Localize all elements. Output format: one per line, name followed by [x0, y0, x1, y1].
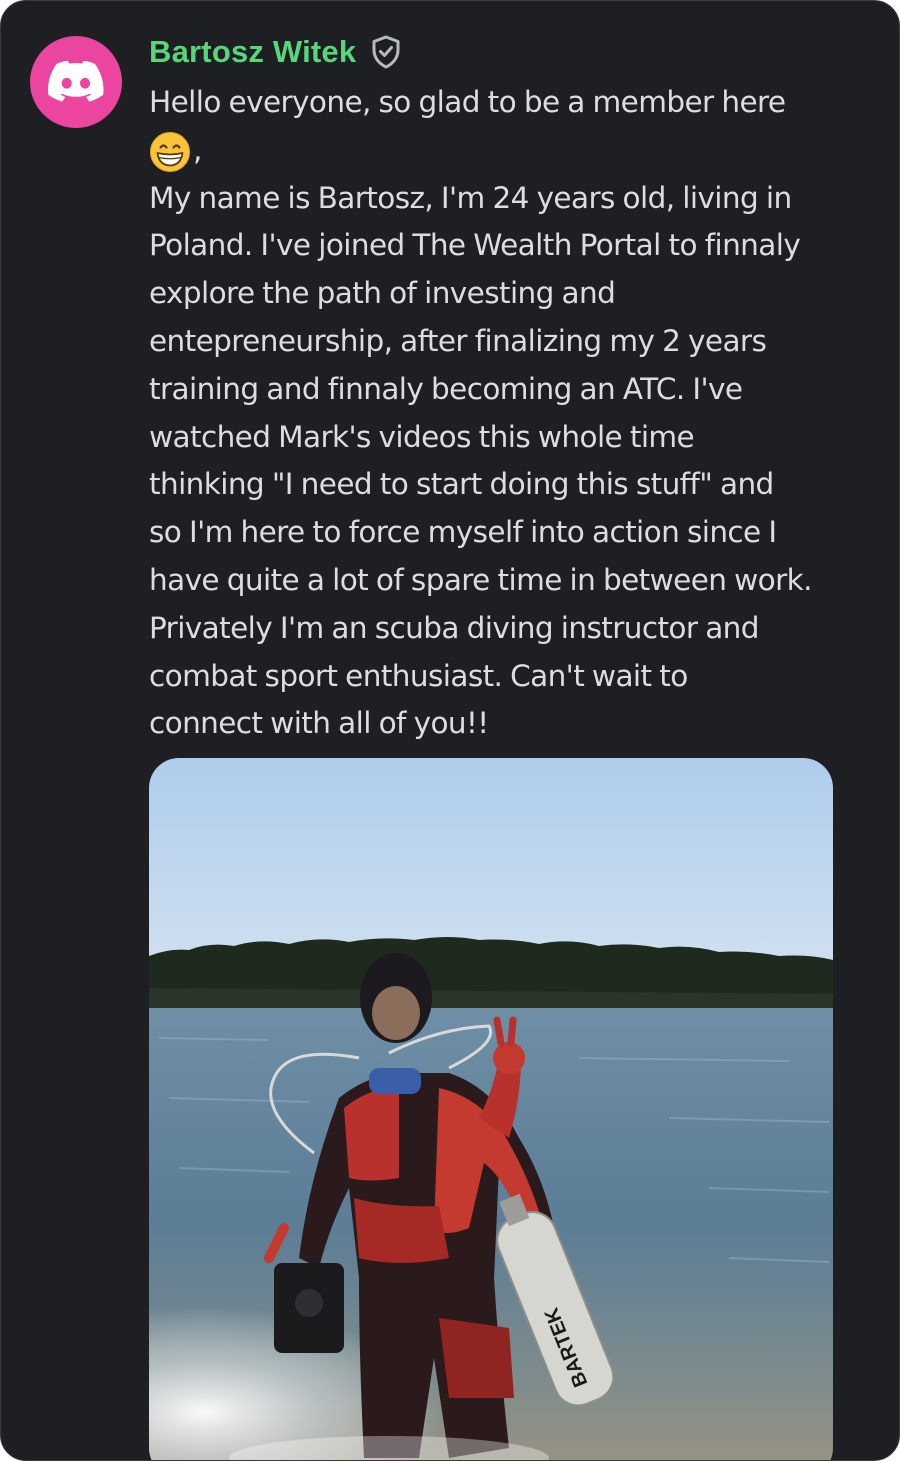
- message-line: Hello everyone, so glad to be a member h…: [149, 85, 786, 119]
- message-line: My name is Bartosz, I'm 24 years old, li…: [149, 180, 792, 215]
- message-line: entepreneurship, after finalizing my 2 y…: [149, 323, 767, 358]
- message-line: have quite a lot of spare time in betwee…: [149, 562, 813, 597]
- message-body: Hello everyone, so glad to be a member h…: [149, 79, 879, 748]
- user-avatar[interactable]: [30, 36, 122, 128]
- message-line: thinking "I need to start doing this stu…: [149, 467, 774, 502]
- image-attachment[interactable]: BARTEK: [149, 758, 833, 1460]
- message-line: combat sport enthusiast. Can't wait to: [149, 658, 688, 693]
- message-card: Bartosz Witek Hello everyone, so glad to…: [0, 0, 900, 1461]
- message-header: Bartosz Witek: [149, 29, 402, 75]
- message-line: connect with all of you!!: [149, 706, 489, 741]
- message-line: so I'm here to force myself into action …: [149, 515, 777, 550]
- verified-shield-icon: [370, 35, 402, 69]
- emoji-line: ,: [149, 127, 879, 175]
- grinning-face-emoji: [150, 131, 190, 172]
- emoji-suffix: ,: [193, 132, 202, 167]
- message-line: training and finnaly becoming an ATC. I'…: [149, 371, 743, 406]
- message-line: Poland. I've joined The Wealth Portal to…: [149, 228, 801, 263]
- message-line: explore the path of investing and: [149, 276, 616, 311]
- message-line: watched Mark's videos this whole time: [149, 419, 695, 454]
- message-line: Privately I'm an scuba diving instructor…: [149, 610, 759, 645]
- discord-logo-icon: [48, 61, 104, 102]
- diver-photo: BARTEK: [149, 758, 833, 1460]
- username[interactable]: Bartosz Witek: [149, 34, 356, 70]
